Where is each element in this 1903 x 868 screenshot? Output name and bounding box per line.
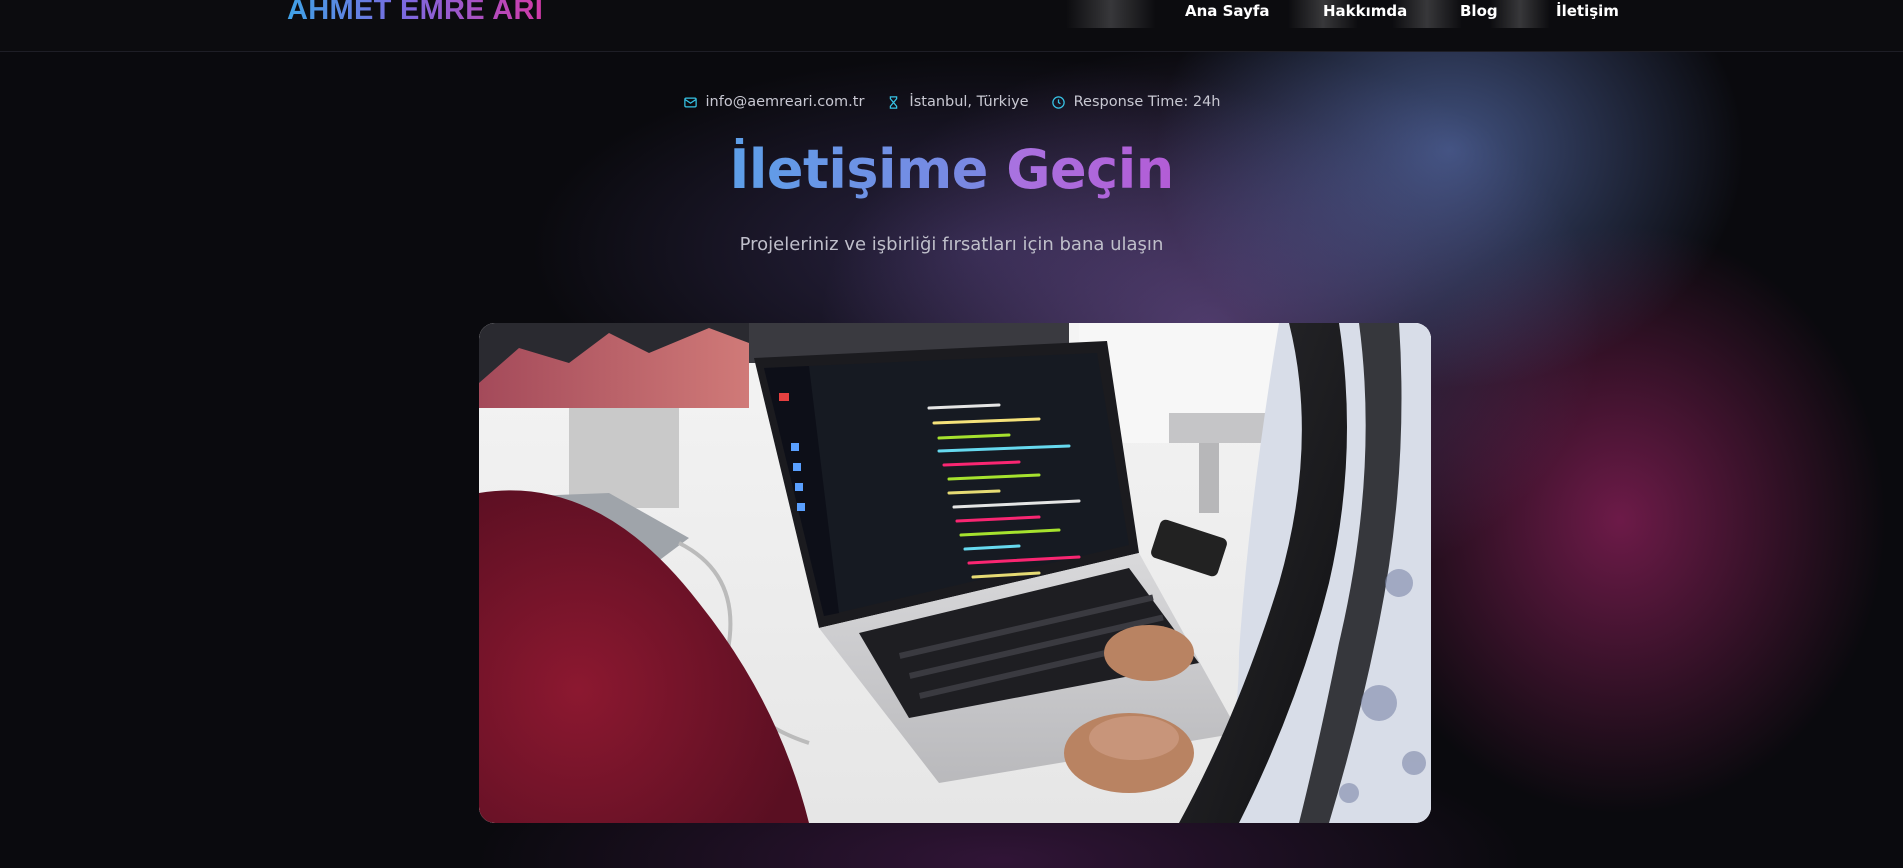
page-title-part1: İletişime	[729, 138, 988, 201]
hourglass-icon	[890, 95, 898, 109]
contact-email-text: info@aemreari.com.tr	[705, 94, 865, 110]
page-subtitle: Projeleriniz ve işbirliği fırsatları içi…	[739, 234, 1164, 255]
clock-icon	[1051, 95, 1065, 109]
nav-contact[interactable]: İletişim	[1556, 2, 1619, 26]
site-logo[interactable]: AHMET EMRE ARI	[287, 0, 543, 27]
contact-response-time: Response Time: 24h	[1051, 94, 1221, 110]
contact-response-text: Response Time: 24h	[1073, 94, 1221, 110]
page-title-part2: Geçin	[1006, 138, 1174, 201]
top-navigation-bar: AHMET EMRE ARI Ana Sayfa Hakkımda Blog İ…	[0, 0, 1903, 52]
nav-about[interactable]: Hakkımda	[1323, 2, 1407, 26]
page-title: İletişime Geçin	[0, 138, 1903, 201]
contact-location: İstanbul, Türkiye	[886, 94, 1029, 110]
nav-highlight	[1490, 0, 1550, 28]
nav-highlight	[1066, 0, 1156, 28]
mail-icon	[683, 97, 697, 107]
nav-home[interactable]: Ana Sayfa	[1185, 2, 1270, 26]
contact-location-text: İstanbul, Türkiye	[909, 94, 1029, 110]
contact-info-row: info@aemreari.com.tr İstanbul, Türkiye R…	[0, 94, 1903, 110]
hero-photo	[479, 323, 1431, 823]
laptop-coding-photo	[479, 323, 1431, 823]
nav-blog[interactable]: Blog	[1460, 2, 1498, 26]
contact-email[interactable]: info@aemreari.com.tr	[683, 94, 865, 110]
